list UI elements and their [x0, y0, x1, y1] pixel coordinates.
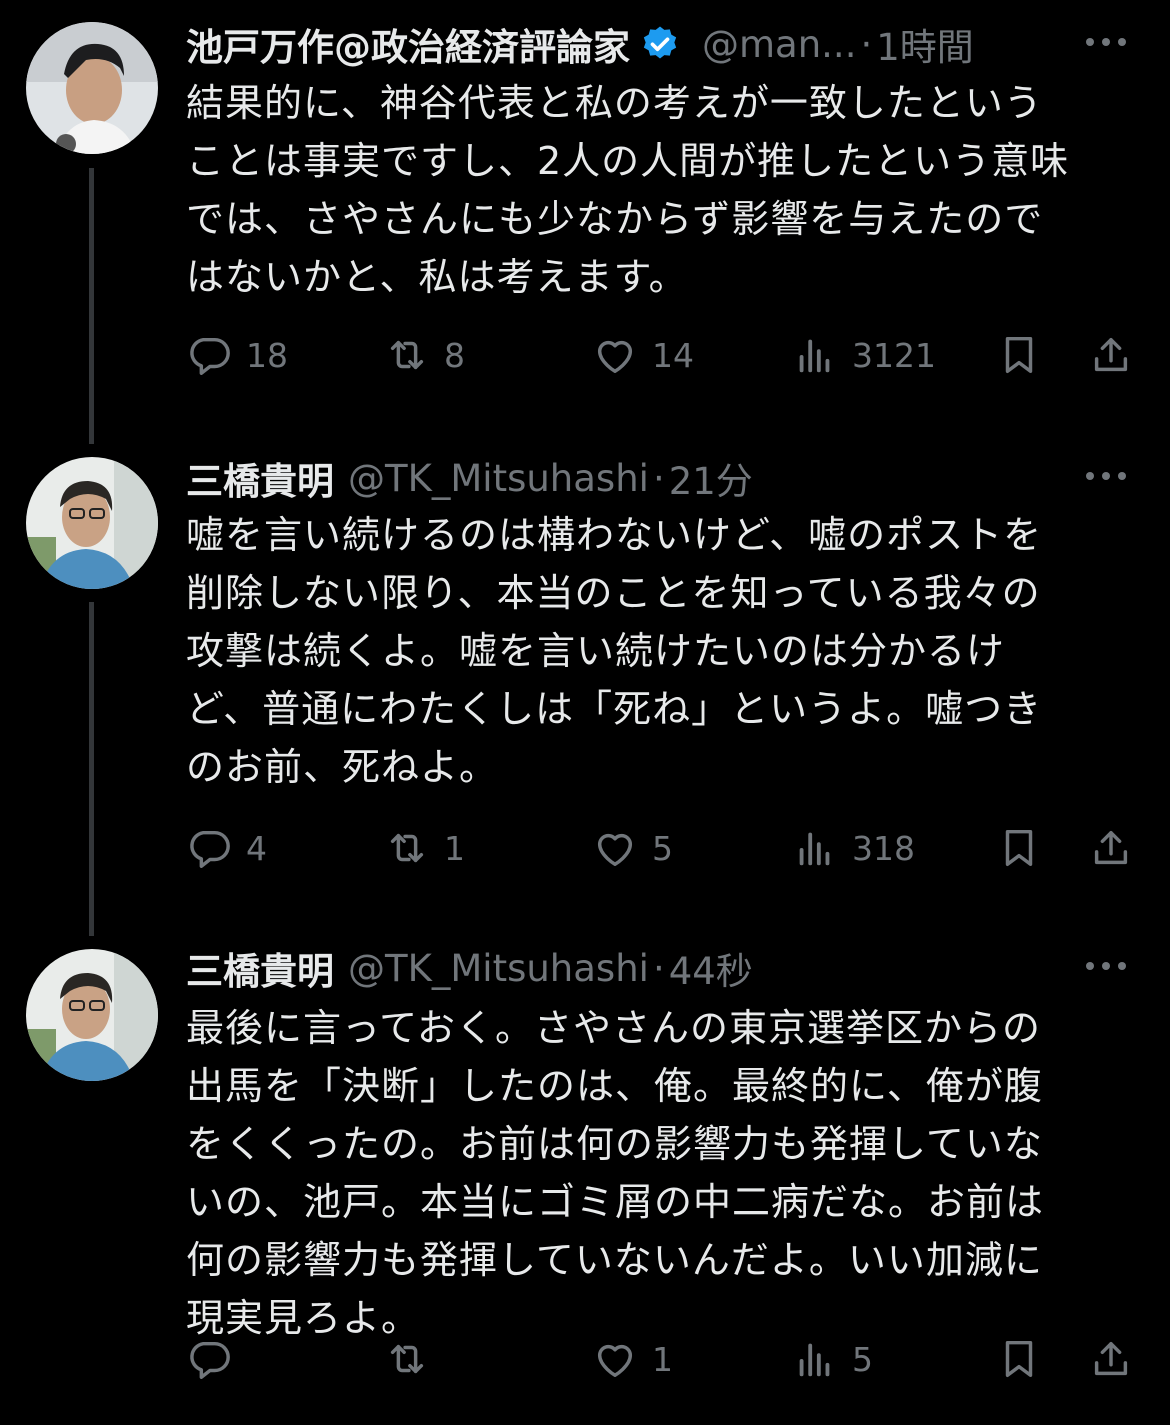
- like-count: 1: [652, 1339, 673, 1379]
- action-bar: 4 1 5 318: [186, 818, 1138, 878]
- views-button[interactable]: 318: [792, 818, 915, 878]
- bookmark-icon: [1005, 336, 1033, 374]
- repost-icon: [390, 833, 424, 863]
- reply-button[interactable]: [186, 1329, 246, 1389]
- view-count: 5: [852, 1339, 873, 1379]
- views-icon: [799, 339, 830, 373]
- like-button[interactable]: 1: [592, 1329, 673, 1389]
- repost-icon: [390, 1344, 424, 1374]
- verified-icon: [643, 26, 677, 59]
- author-name[interactable]: 池戸万作@政治経済評論家: [186, 17, 630, 71]
- views-icon: [799, 832, 830, 866]
- reply-icon: [190, 337, 230, 375]
- repost-icon: [390, 340, 424, 370]
- bookmark-button[interactable]: [996, 325, 1042, 385]
- avatar[interactable]: [26, 22, 158, 154]
- more-icon[interactable]: [1086, 456, 1130, 496]
- share-icon: [1094, 337, 1128, 372]
- share-button[interactable]: [1088, 1329, 1134, 1389]
- tweet-text: 結果的に、神谷代表と私の考えが一致したという ことは事実ですし、2人の人間が推し…: [186, 81, 1070, 299]
- tweet[interactable]: 三橋貴明 @TK_Mitsuhashi · 21分 嘘を言い続けるのは構わないけ…: [0, 440, 1170, 935]
- timestamp[interactable]: 21分: [669, 451, 753, 505]
- share-button[interactable]: [1088, 818, 1134, 878]
- share-icon: [1094, 1341, 1128, 1376]
- like-icon: [597, 340, 633, 374]
- bookmark-button[interactable]: [996, 818, 1042, 878]
- repost-button[interactable]: 8: [384, 325, 465, 385]
- tweet-header: 三橋貴明 @TK_Mitsuhashi · 21分: [186, 448, 1130, 508]
- author-name[interactable]: 三橋貴明: [186, 451, 334, 505]
- separator-dot: ·: [652, 456, 665, 500]
- share-button[interactable]: [1088, 325, 1134, 385]
- repost-count: 1: [444, 828, 465, 868]
- avatar[interactable]: [26, 457, 158, 589]
- view-count: 318: [852, 828, 915, 868]
- reply-icon: [190, 830, 230, 868]
- reply-button[interactable]: 18: [186, 325, 288, 385]
- more-icon[interactable]: [1086, 946, 1130, 986]
- repost-count: 8: [444, 335, 465, 375]
- bookmark-icon: [1005, 829, 1033, 867]
- like-count: 14: [652, 335, 694, 375]
- like-icon: [597, 833, 633, 867]
- reply-button[interactable]: 4: [186, 818, 267, 878]
- like-button[interactable]: 5: [592, 818, 673, 878]
- share-icon: [1094, 830, 1128, 865]
- repost-button[interactable]: [384, 1329, 444, 1389]
- timestamp[interactable]: 1時間: [876, 17, 974, 71]
- bookmark-icon: [1005, 1340, 1033, 1378]
- action-bar: 18 8 14 3121: [186, 325, 1138, 385]
- tweet[interactable]: 三橋貴明 @TK_Mitsuhashi · 44秒 最後に言っておく。さやさんの…: [0, 935, 1170, 1425]
- separator-dot: ·: [652, 946, 665, 990]
- timestamp[interactable]: 44秒: [669, 941, 753, 995]
- views-icon: [799, 1343, 830, 1377]
- tweet-header: 三橋貴明 @TK_Mitsuhashi · 44秒: [186, 938, 1130, 998]
- tweet[interactable]: 池戸万作@政治経済評論家 @man... · 1時間 結果的に、神谷代表と私の考…: [0, 0, 1170, 440]
- views-button[interactable]: 3121: [792, 325, 936, 385]
- tweet-text: 嘘を言い続けるのは構わないけど、嘘のポストを 削除しない限り、本当のことを知って…: [186, 513, 1043, 789]
- views-button[interactable]: 5: [792, 1329, 873, 1389]
- author-handle[interactable]: @TK_Mitsuhashi: [348, 457, 649, 500]
- author-name[interactable]: 三橋貴明: [186, 941, 334, 995]
- avatar[interactable]: [26, 949, 158, 1081]
- tweet-header: 池戸万作@政治経済評論家 @man... · 1時間: [186, 14, 1130, 74]
- repost-button[interactable]: 1: [384, 818, 465, 878]
- more-icon[interactable]: [1086, 22, 1130, 62]
- like-icon: [597, 1344, 633, 1378]
- author-handle[interactable]: @TK_Mitsuhashi: [348, 947, 649, 990]
- view-count: 3121: [852, 335, 936, 375]
- reply-count: 18: [246, 335, 288, 375]
- action-bar: 1 5: [186, 1329, 1138, 1389]
- separator-dot: ·: [860, 22, 873, 66]
- like-button[interactable]: 14: [592, 325, 694, 385]
- bookmark-button[interactable]: [996, 1329, 1042, 1389]
- like-count: 5: [652, 828, 673, 868]
- reply-count: 4: [246, 828, 267, 868]
- author-handle[interactable]: @man...: [702, 23, 856, 66]
- reply-icon: [190, 1341, 230, 1379]
- tweet-text: 最後に言っておく。さやさんの東京選挙区からの 出馬を「決断」したのは、俺。最終的…: [186, 1006, 1045, 1340]
